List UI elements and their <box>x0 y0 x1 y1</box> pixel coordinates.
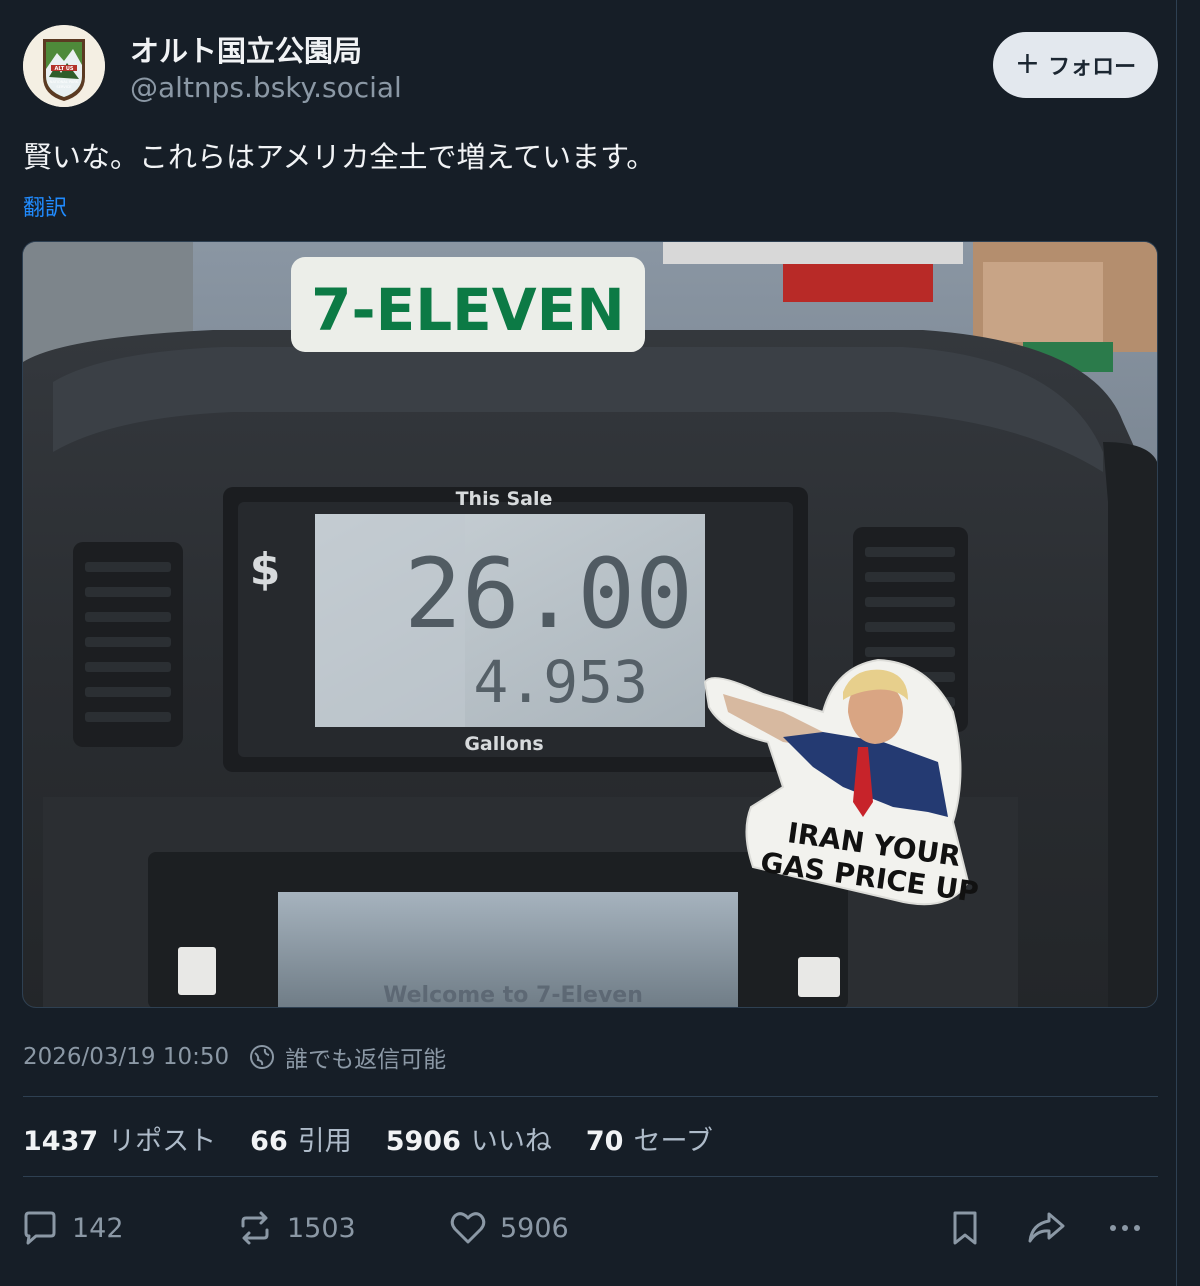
heart-icon <box>450 1212 486 1244</box>
reply-setting-label: 誰でも返信可能 <box>285 1047 447 1073</box>
gallons-readout: 4.953 <box>473 648 648 716</box>
post-timestamp[interactable]: 2026/03/19 10:50 <box>23 1044 229 1070</box>
repost-button[interactable]: 1503 <box>235 1200 356 1256</box>
svg-text:NATIONAL PARK: NATIONAL PARK <box>50 80 79 84</box>
repost-count: 1503 <box>287 1212 356 1244</box>
post-actions: 142 1503 5906 <box>20 1200 1160 1256</box>
svg-text:SERVICE: SERVICE <box>56 85 72 89</box>
repost-icon <box>241 1211 269 1245</box>
more-options-button[interactable] <box>1105 1200 1145 1256</box>
author-avatar[interactable]: ALT US NATIONAL PARK SERVICE <box>23 25 105 107</box>
more-icon <box>1110 1225 1140 1231</box>
share-button[interactable] <box>1025 1200 1067 1256</box>
share-icon <box>1028 1212 1065 1243</box>
altnps-logo-icon: ALT US NATIONAL PARK SERVICE <box>23 25 105 107</box>
post-image[interactable]: 7-ELEVEN This Sale $ 26.00 4.953 Gallons… <box>22 241 1158 1008</box>
author-handle[interactable]: @altnps.bsky.social <box>130 71 402 104</box>
stat-label: いいね <box>470 1126 552 1157</box>
stat-quotes[interactable]: 66 引用 <box>250 1119 352 1158</box>
reply-setting[interactable]: 誰でも返信可能 <box>249 1040 446 1074</box>
stat-saves[interactable]: 70 セーブ <box>586 1119 713 1158</box>
pump-brand-logo: 7-ELEVEN <box>311 276 625 344</box>
post-stats: 1437 リポスト 66 引用 5906 いいね 70 セーブ <box>23 1119 713 1158</box>
stat-reposts[interactable]: 1437 リポスト <box>23 1119 216 1158</box>
plus-icon: + <box>1014 45 1041 81</box>
translate-link[interactable]: 翻訳 <box>23 190 67 222</box>
stat-count: 66 <box>250 1126 288 1157</box>
globe-icon <box>250 1045 275 1069</box>
follow-button[interactable]: + フォロー <box>993 32 1158 98</box>
bookmark-icon <box>953 1211 977 1245</box>
post-text: 賢いな。これらはアメリカ全土で増えています。 <box>23 140 656 174</box>
sale-amount-readout: 26.00 <box>404 538 693 650</box>
stat-count: 1437 <box>23 1126 99 1157</box>
display-top-label: This Sale <box>456 488 553 510</box>
stat-label: リポスト <box>108 1126 217 1157</box>
dollar-sign-label: $ <box>250 544 281 595</box>
svg-text:ALT US: ALT US <box>54 66 73 72</box>
reply-count: 142 <box>72 1212 124 1244</box>
divider <box>23 1096 1158 1097</box>
gas-pump-photo: 7-ELEVEN This Sale $ 26.00 4.953 Gallons… <box>23 242 1157 1008</box>
window-edge <box>1176 0 1200 1286</box>
lower-screen-text: Welcome to 7-Eleven <box>383 983 643 1008</box>
bookmark-button[interactable] <box>945 1200 985 1256</box>
stat-count: 70 <box>585 1126 624 1157</box>
like-button[interactable]: 5906 <box>448 1200 569 1256</box>
like-count: 5906 <box>500 1212 569 1244</box>
post-meta: 2026/03/19 10:50 誰でも返信可能 <box>23 1040 446 1074</box>
stat-label: セーブ <box>633 1126 713 1157</box>
stat-label: 引用 <box>297 1126 352 1157</box>
stat-count: 5906 <box>385 1126 461 1157</box>
follow-button-label: フォロー <box>1048 55 1137 80</box>
reply-button[interactable]: 142 <box>20 1200 124 1256</box>
display-bottom-label: Gallons <box>464 733 543 755</box>
stat-likes[interactable]: 5906 いいね <box>386 1119 552 1158</box>
author-display-name[interactable]: オルト国立公園局 <box>130 28 362 70</box>
reply-icon <box>24 1211 56 1245</box>
divider <box>23 1176 1158 1177</box>
